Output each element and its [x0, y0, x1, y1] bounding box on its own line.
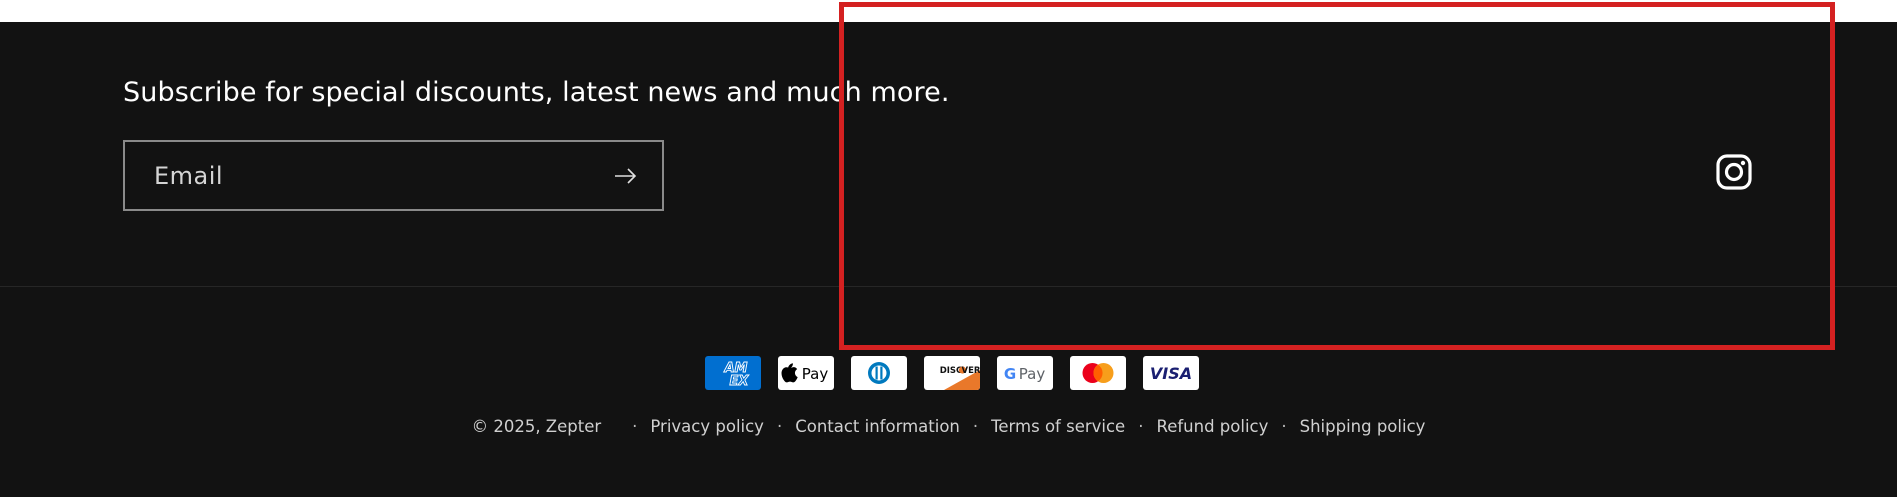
legal-separator: ·	[1138, 417, 1144, 436]
svg-text:Pay: Pay	[802, 365, 829, 383]
legal-separator: ·	[632, 417, 638, 436]
instagram-icon	[1716, 154, 1752, 190]
apple-pay-icon: Pay	[778, 356, 834, 390]
privacy-policy-link[interactable]: Privacy policy	[650, 417, 764, 436]
subscribe-submit-button[interactable]	[608, 160, 644, 192]
site-footer: Subscribe for special discounts, latest …	[0, 22, 1897, 497]
email-input[interactable]	[125, 142, 662, 209]
svg-text:VER: VER	[962, 366, 980, 376]
amex-icon: AM EX	[705, 356, 761, 390]
footer-divider	[0, 286, 1897, 287]
visa-icon: VISA	[1143, 356, 1199, 390]
terms-of-service-link[interactable]: Terms of service	[991, 417, 1125, 436]
instagram-link[interactable]	[1715, 153, 1753, 191]
diners-club-icon	[851, 356, 907, 390]
legal-bar: © 2025, Zepter · Privacy policy · Contac…	[0, 417, 1897, 436]
mastercard-icon	[1070, 356, 1126, 390]
refund-policy-link[interactable]: Refund policy	[1156, 417, 1268, 436]
arrow-right-icon	[615, 168, 637, 184]
newsletter-heading: Subscribe for special discounts, latest …	[123, 77, 950, 108]
payment-icons: AM EX Pay DISC VER G Pay VISA	[705, 356, 1199, 390]
shipping-policy-link[interactable]: Shipping policy	[1300, 417, 1426, 436]
svg-text:EX: EX	[730, 374, 750, 389]
contact-information-link[interactable]: Contact information	[795, 417, 960, 436]
svg-text:Pay: Pay	[1019, 365, 1046, 383]
svg-text:VISA: VISA	[1150, 364, 1192, 383]
legal-separator: ·	[776, 417, 783, 436]
discover-icon: DISC VER	[924, 356, 980, 390]
legal-separator: ·	[1281, 417, 1287, 436]
svg-text:G: G	[1004, 365, 1016, 383]
email-field-wrapper	[123, 140, 664, 211]
legal-separator: ·	[972, 417, 979, 436]
google-pay-icon: G Pay	[997, 356, 1053, 390]
svg-text:DISC: DISC	[940, 366, 963, 376]
copyright-text: © 2025, Zepter	[471, 417, 602, 436]
